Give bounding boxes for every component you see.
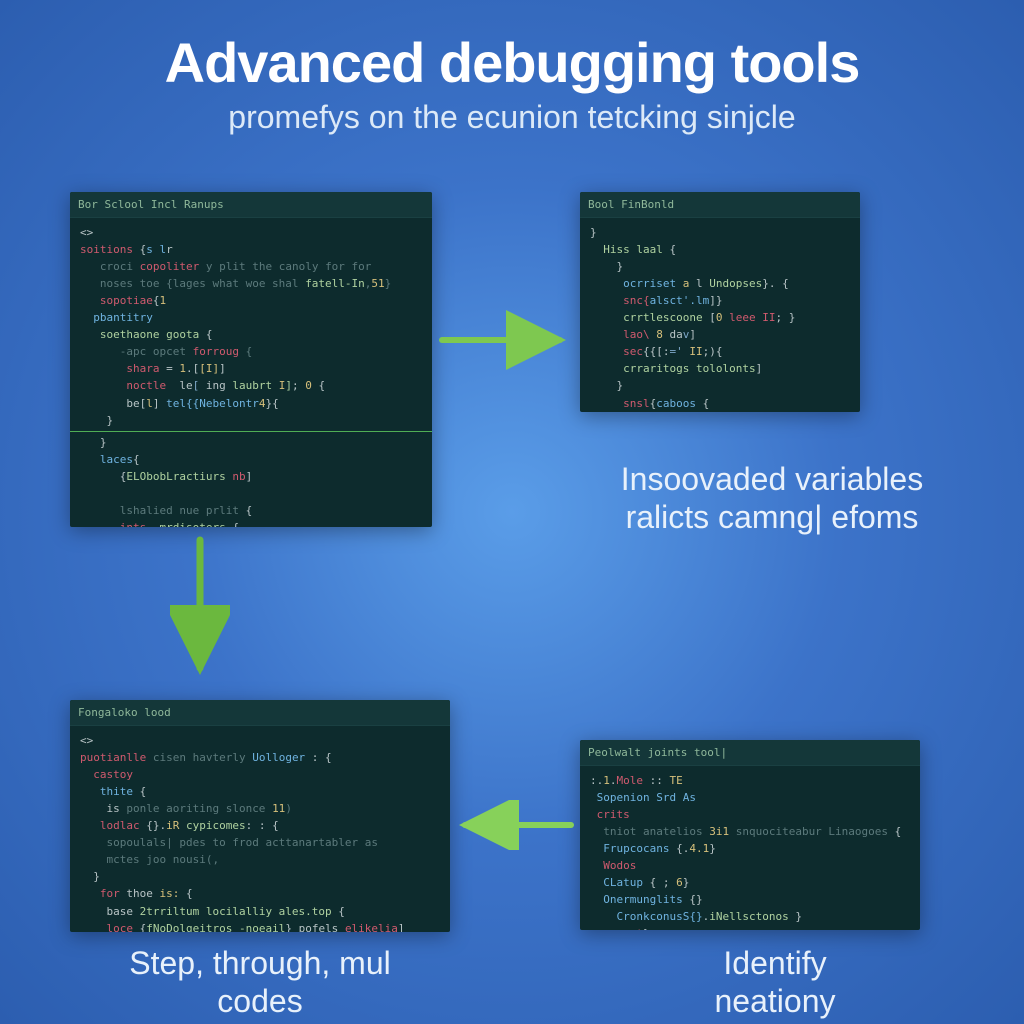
caption-bottom-left: Step, through, mul codes	[90, 944, 430, 1021]
panel-header: Peolwalt joints tool|	[580, 740, 920, 766]
panel-code: <>puotianlle cisen havterly Uolloger : {…	[70, 726, 450, 932]
code-panel-top-left: Bor Sclool Incl Ranups <>soitions {s lr …	[70, 192, 432, 527]
arrow-down-icon	[170, 536, 230, 686]
caption-top-right: Insoovaded variables ralicts camng| efom…	[612, 460, 932, 537]
panel-code: :.1.Mole :: TE Sopenion Srd As crits tni…	[580, 766, 920, 930]
arrow-right-icon	[438, 310, 578, 370]
panel-header: Bor Sclool Incl Ranups	[70, 192, 432, 218]
panel-code: <>soitions {s lr croci copoliter y plit …	[70, 218, 432, 527]
code-panel-bottom-right: Peolwalt joints tool| :.1.Mole :: TE Sop…	[580, 740, 920, 930]
caption-bottom-right: Identify neationy	[665, 944, 885, 1021]
panel-header: Fongaloko lood	[70, 700, 450, 726]
page-subtitle: promefys on the ecunion tetcking sinjcle	[0, 99, 1024, 136]
code-panel-top-right: Bool FinBonld } Hiss laal { } ocrriset a…	[580, 192, 860, 412]
code-panel-bottom-left: Fongaloko lood <>puotianlle cisen havter…	[70, 700, 450, 932]
panel-header: Bool FinBonld	[580, 192, 860, 218]
panel-code: } Hiss laal { } ocrriset a l Undopses}. …	[580, 218, 860, 412]
page-title: Advanced debugging tools	[0, 0, 1024, 95]
arrow-left-icon	[455, 800, 575, 850]
